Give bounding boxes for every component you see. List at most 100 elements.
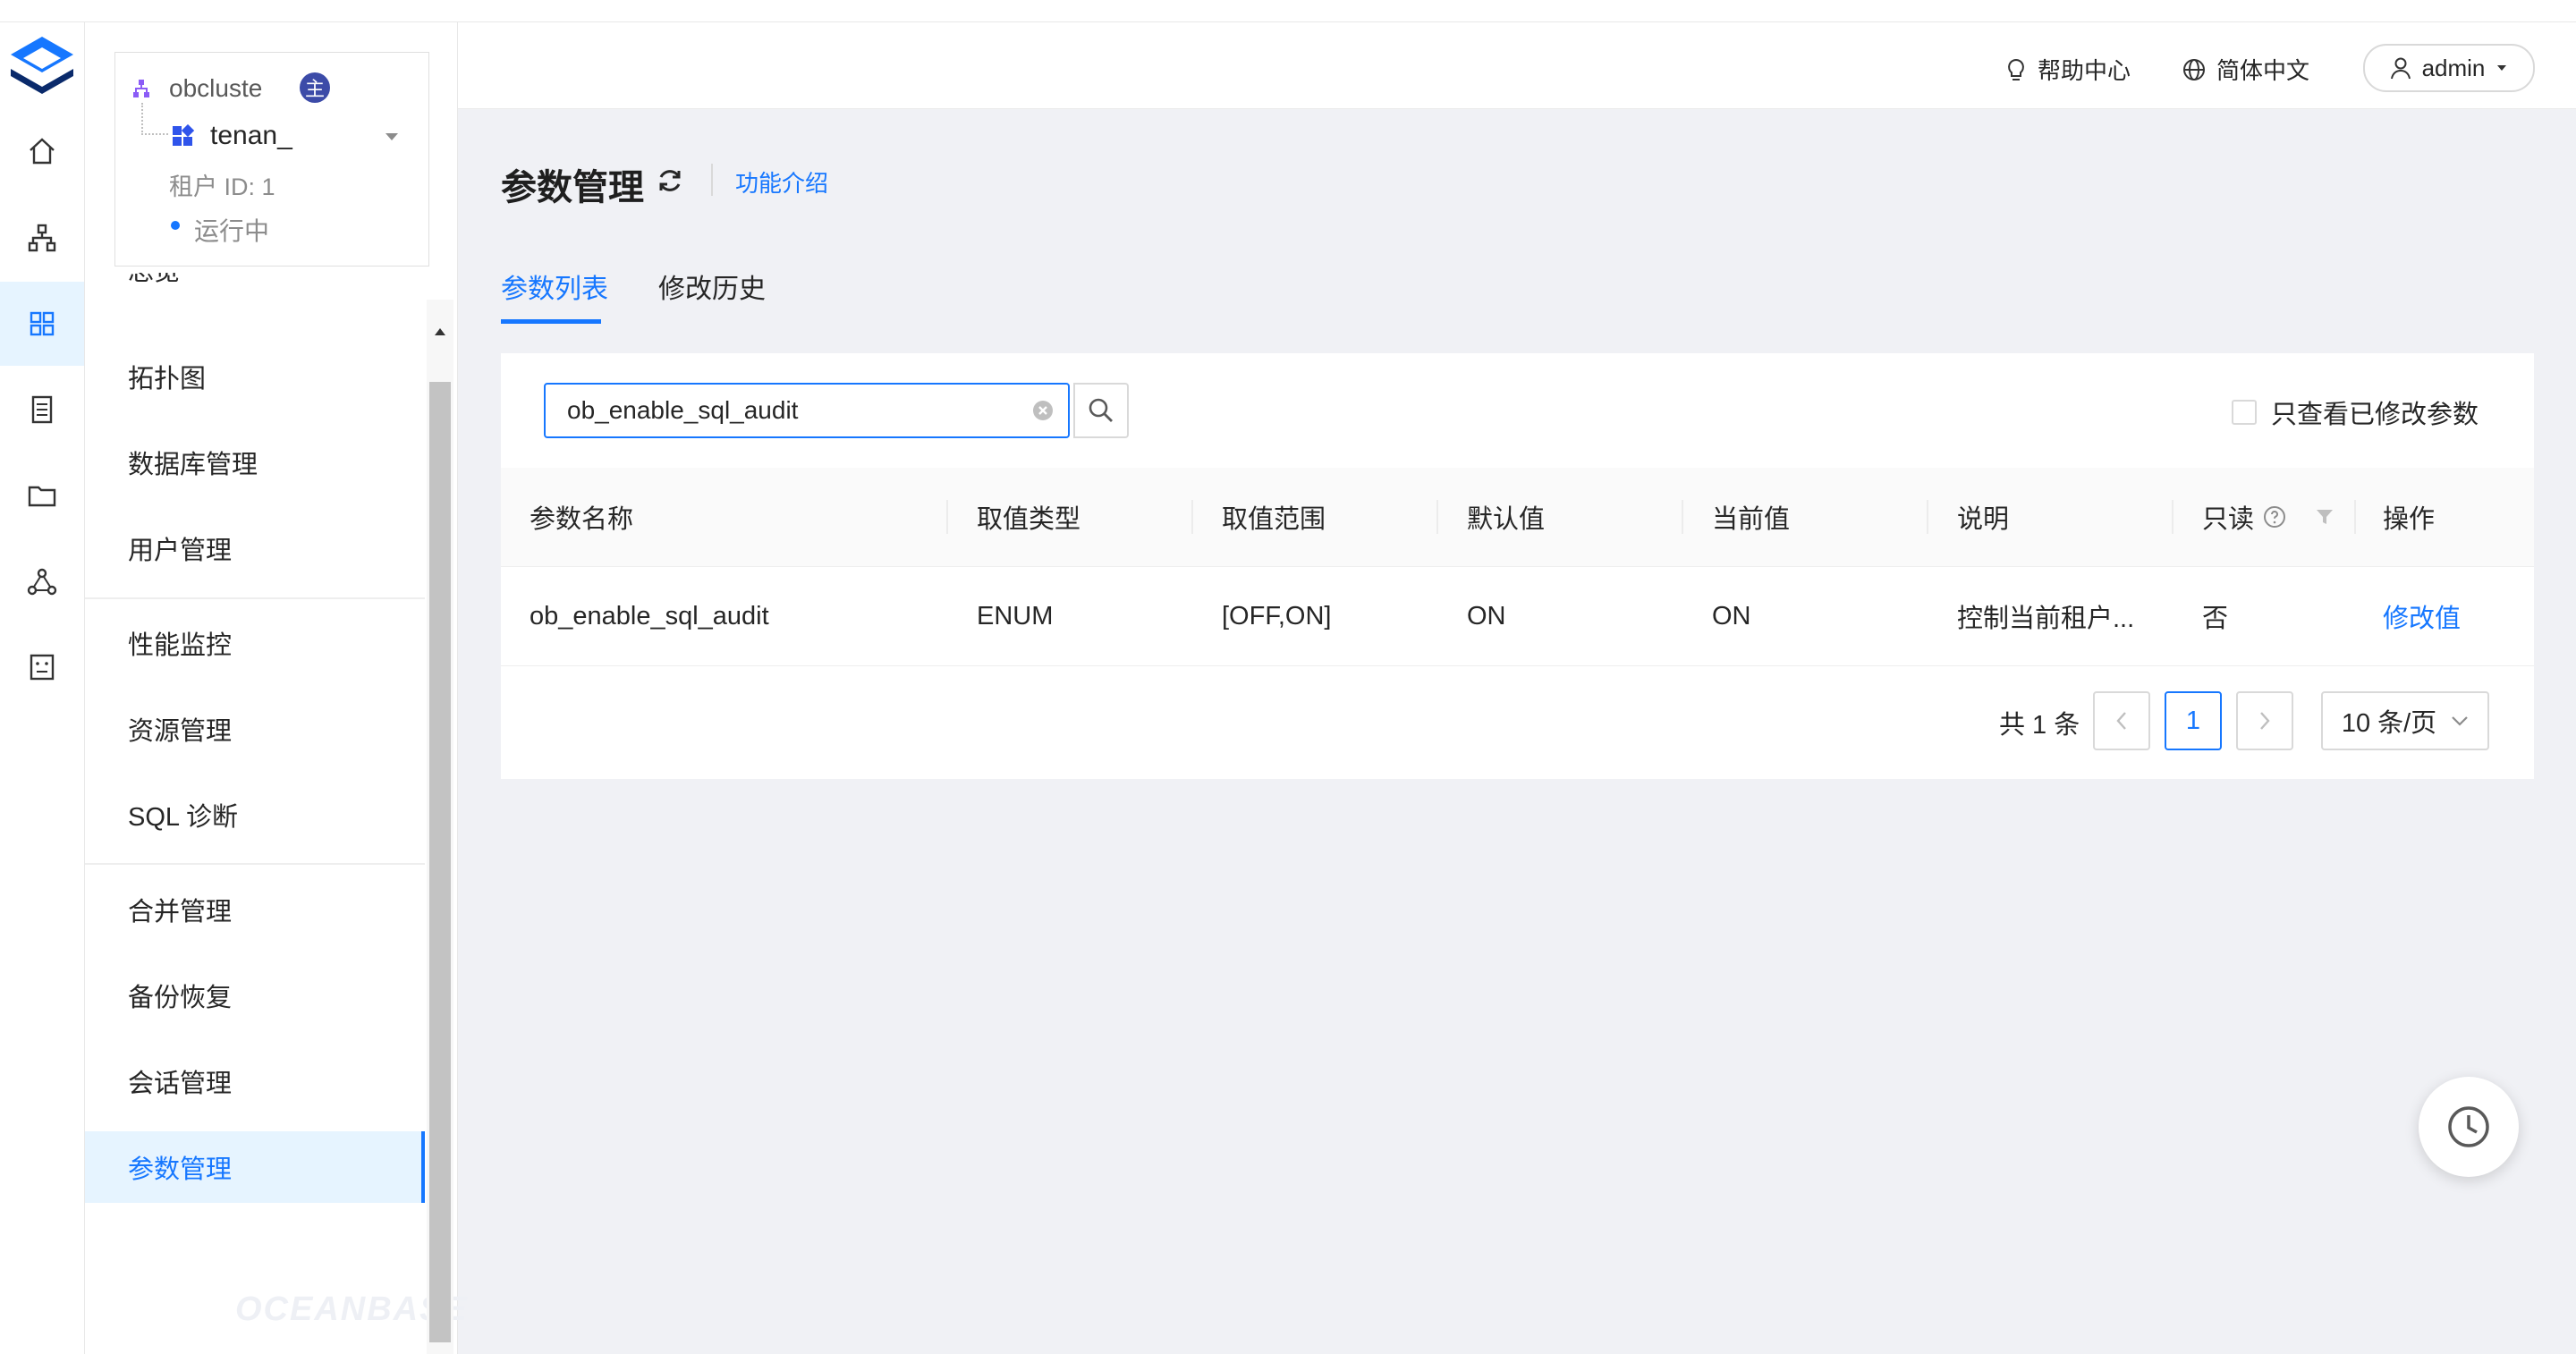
nav-label: 数据库管理 (128, 451, 258, 479)
nav-divider (85, 597, 425, 599)
pagination: 共 1 条 1 10 条/页 (501, 691, 2534, 750)
dropdown-arrow-icon[interactable] (384, 131, 400, 142)
status-dot (171, 221, 180, 230)
next-page-button[interactable] (2236, 691, 2293, 750)
nav-divider (85, 863, 425, 865)
nav-item-topology[interactable]: 拓扑图 (85, 341, 425, 412)
only-modified-filter[interactable]: 只查看已修改参数 (2231, 394, 2479, 431)
caret-down-icon (2497, 65, 2507, 71)
tab-modify-history[interactable]: 修改历史 (658, 267, 766, 306)
column-header: 参数名称 (530, 505, 634, 534)
tenant-status: 运行中 (194, 217, 270, 245)
column-separator (2354, 500, 2356, 534)
pagination-total: 共 1 条 (1999, 711, 2080, 740)
title-divider (711, 164, 713, 196)
topology-icon (28, 224, 56, 252)
rail-home-button[interactable] (0, 109, 84, 193)
nav-label: 总览 (128, 273, 180, 288)
document-icon (31, 395, 53, 424)
page-size-select[interactable]: 10 条/页 (2321, 691, 2489, 750)
column-header: 操作 (2383, 505, 2436, 534)
lightbulb-icon (2008, 58, 2024, 80)
column-separator (1436, 500, 1438, 534)
nav-item-sql-diagnosis[interactable]: SQL 诊断 (85, 779, 425, 850)
rail-monitor-button[interactable] (0, 625, 84, 709)
nav-item-sessions[interactable]: 会话管理 (85, 1045, 425, 1117)
cell-current-value: ON (1712, 601, 1751, 630)
search-field[interactable] (544, 383, 1070, 438)
sidebar-scrollbar[interactable] (427, 300, 453, 1354)
chevron-left-icon (2116, 712, 2126, 730)
column-header: 说明 (1957, 505, 2010, 534)
search-icon (1089, 398, 1113, 422)
tenant-switcher-card[interactable]: obcluste 主 tenan_ 租户 ID: 1 运行中 (114, 52, 429, 267)
nav-item-resources[interactable]: 资源管理 (85, 693, 425, 765)
readonly-column-header: 只读 (2202, 468, 2286, 566)
tenant-icon (173, 124, 194, 146)
chevron-right-icon (2260, 712, 2270, 730)
nav-label: 会话管理 (128, 1070, 233, 1098)
nav-item-parameters[interactable]: 参数管理 (85, 1131, 425, 1203)
top-header: 帮助中心 简体中文 admin (458, 22, 2576, 109)
clock-icon (2448, 1106, 2489, 1147)
nav-label: 拓扑图 (128, 365, 207, 394)
home-icon (30, 138, 55, 165)
rail-tenant-button[interactable] (0, 282, 84, 366)
nav-label: 参数管理 (128, 1155, 233, 1184)
nav-clip-area: 总览 (85, 273, 425, 300)
rail-package-button[interactable] (0, 453, 84, 537)
column-header: 取值类型 (977, 505, 1081, 534)
page-title: 参数管理 (501, 168, 644, 207)
only-modified-checkbox[interactable] (2231, 400, 2257, 425)
column-separator (1191, 500, 1193, 534)
cell-readonly: 否 (2202, 605, 2229, 633)
nav-item-performance[interactable]: 性能监控 (85, 607, 425, 679)
cluster-icon (133, 80, 149, 97)
refresh-icon[interactable] (656, 166, 684, 195)
modify-value-link[interactable]: 修改值 (2383, 567, 2461, 665)
feature-intro-link[interactable]: 功能介绍 (735, 165, 828, 199)
search-input[interactable] (565, 395, 1032, 426)
rail-cluster-button[interactable] (0, 196, 84, 280)
user-icon (2390, 57, 2411, 80)
nav-label: 性能监控 (128, 631, 233, 660)
nodes-icon (27, 568, 57, 596)
tenant-id: 租户 ID: 1 (169, 173, 275, 200)
nav-item-database[interactable]: 数据库管理 (85, 427, 425, 498)
help-circle-icon[interactable] (2263, 505, 2286, 529)
column-header: 默认值 (1467, 505, 1546, 534)
filter-icon[interactable] (2315, 507, 2334, 527)
tab-parameter-list[interactable]: 参数列表 (501, 267, 608, 306)
clear-icon[interactable] (1032, 400, 1054, 421)
column-header-label: 只读 (2202, 505, 2255, 534)
oceanbase-logo-icon[interactable] (7, 33, 77, 106)
nav-item-merge[interactable]: 合并管理 (85, 874, 425, 945)
cell-default-value: ON (1467, 601, 1506, 630)
grid-icon (30, 311, 55, 336)
nav-label: 资源管理 (128, 717, 233, 746)
table-header: 参数名称 取值类型 取值范围 默认值 当前值 说明 只读 操作 (501, 468, 2534, 567)
nav-label: 合并管理 (128, 898, 233, 927)
parameter-table: 参数名称 取值类型 取值范围 默认值 当前值 说明 只读 操作 ob_enabl… (501, 468, 2534, 666)
nav-item-backup[interactable]: 备份恢复 (85, 960, 425, 1031)
user-name: admin (2421, 54, 2486, 81)
prev-page-button[interactable] (2093, 691, 2150, 750)
monitor-icon (30, 654, 55, 681)
help-center-link[interactable]: 帮助中心 (2005, 53, 2131, 86)
rail-log-button[interactable] (0, 368, 84, 452)
table-row: ob_enable_sql_audit ENUM [OFF,ON] ON ON … (501, 567, 2534, 666)
nav-item-users[interactable]: 用户管理 (85, 512, 425, 584)
page-button-current[interactable]: 1 (2165, 691, 2222, 750)
icon-rail (0, 22, 85, 1354)
folder-icon (28, 486, 56, 507)
search-button[interactable] (1073, 383, 1129, 438)
rail-network-button[interactable] (0, 539, 84, 623)
history-float-button[interactable] (2419, 1077, 2519, 1177)
column-header: 当前值 (1712, 505, 1791, 534)
language-switcher[interactable]: 简体中文 (2182, 53, 2309, 86)
column-separator (946, 500, 948, 534)
scroll-up-icon[interactable] (433, 326, 447, 337)
nav-item-overview[interactable]: 总览 (85, 273, 425, 300)
scroll-thumb[interactable] (429, 382, 451, 1342)
user-menu-button[interactable]: admin (2363, 44, 2535, 92)
